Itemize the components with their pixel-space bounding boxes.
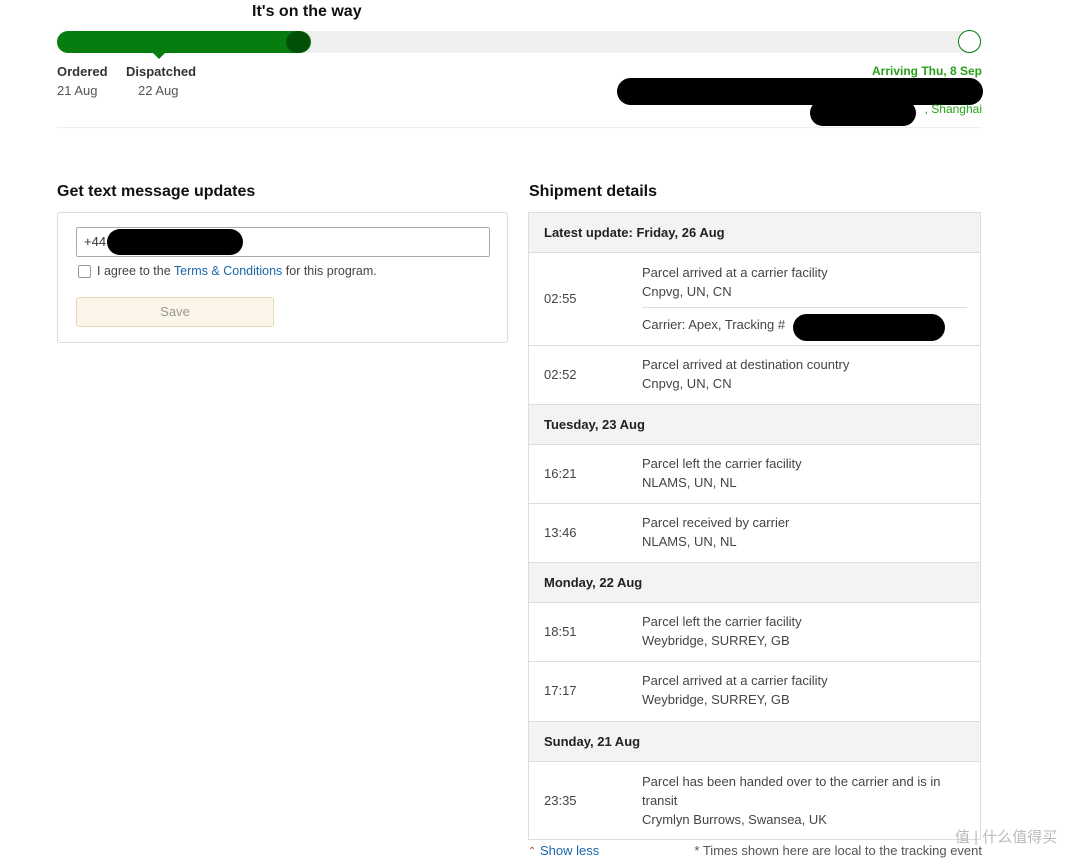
stage-ordered-label: Ordered [57,64,108,79]
event-details: Parcel left the carrier facility Weybrid… [642,612,962,650]
event-description: Parcel arrived at a carrier facility [642,673,828,688]
event-row: 17:17 Parcel arrived at a carrier facili… [529,662,980,722]
day-heading: Monday, 22 Aug [529,563,980,603]
terms-link[interactable]: Terms & Conditions [174,264,282,278]
event-time: 17:17 [544,683,577,698]
show-less-link[interactable]: ⌃ Show less [528,843,599,858]
event-time: 23:35 [544,793,577,808]
arriving-date: Arriving Thu, 8 Sep [871,64,982,78]
event-location: NLAMS, UN, NL [642,475,737,490]
event-details: Parcel received by carrier NLAMS, UN, NL [642,513,962,551]
event-row: 16:21 Parcel left the carrier facility N… [529,445,980,504]
event-description: Parcel arrived at a carrier facility [642,265,828,280]
event-details: Parcel arrived at a carrier facility Wey… [642,671,962,709]
event-separator [642,307,967,308]
event-details: Parcel has been handed over to the carri… [642,772,962,829]
double-chevron-up-icon: ⌃ [528,846,537,857]
event-description: Parcel arrived at destination country [642,357,850,372]
redacted-address-line [810,100,916,126]
event-time: 02:52 [544,367,577,382]
event-location: NLAMS, UN, NL [642,534,737,549]
stage-ordered-date: 21 Aug [57,83,98,98]
header-divider [57,127,982,128]
current-stage-pointer-icon [152,52,166,59]
event-row: 13:46 Parcel received by carrier NLAMS, … [529,504,980,563]
phone-prefix: +44 [84,234,107,249]
save-button[interactable]: Save [76,297,274,327]
day-heading: Sunday, 21 Aug [529,722,980,762]
progress-fill [57,31,311,53]
day-heading: Latest update: Friday, 26 Aug [529,213,980,253]
event-time: 18:51 [544,624,577,639]
progress-knob-icon [286,31,310,53]
site-watermark: 值 | 什么值得买 [955,829,1058,846]
stage-dispatched-date: 22 Aug [138,83,179,98]
event-description: Parcel has been handed over to the carri… [642,774,941,808]
sms-section-title: Get text message updates [57,183,256,200]
shipment-timeline: Latest update: Friday, 26 Aug 02:55 Parc… [528,212,981,840]
event-description: Parcel left the carrier facility [642,614,802,629]
destination-city: , Shanghai [924,102,982,116]
event-time: 02:55 [544,291,577,306]
timezone-note: * Times shown here are local to the trac… [694,843,982,858]
event-location: Cnpvg, UN, CN [642,376,732,391]
event-details: Parcel arrived at a carrier facility Cnp… [642,263,962,301]
delivery-end-circle-icon [958,30,981,53]
event-location: Weybridge, SURREY, GB [642,633,790,648]
event-description: Parcel left the carrier facility [642,456,802,471]
stage-dispatched-label: Dispatched [126,64,197,79]
redacted-address [617,78,983,105]
event-location: Weybridge, SURREY, GB [642,692,790,707]
event-time: 13:46 [544,525,577,540]
redacted-phone-number [107,229,243,255]
event-row: 23:35 Parcel has been handed over to the… [529,762,980,839]
event-description: Parcel received by carrier [642,515,790,530]
status-title: It's on the way [252,3,362,20]
event-location: Crymlyn Burrows, Swansea, UK [642,812,827,827]
event-time: 16:21 [544,466,577,481]
event-details: Parcel arrived at destination country Cn… [642,355,962,393]
event-row: 02:52 Parcel arrived at destination coun… [529,346,980,405]
agree-text: I agree to the Terms & Conditions for th… [97,264,377,278]
event-details: Parcel left the carrier facility NLAMS, … [642,454,962,492]
event-location: Cnpvg, UN, CN [642,284,732,299]
agree-checkbox[interactable] [78,265,91,278]
event-row: 18:51 Parcel left the carrier facility W… [529,603,980,662]
day-heading: Tuesday, 23 Aug [529,405,980,445]
redacted-tracking-number [793,314,945,341]
shipment-section-title: Shipment details [529,183,658,200]
